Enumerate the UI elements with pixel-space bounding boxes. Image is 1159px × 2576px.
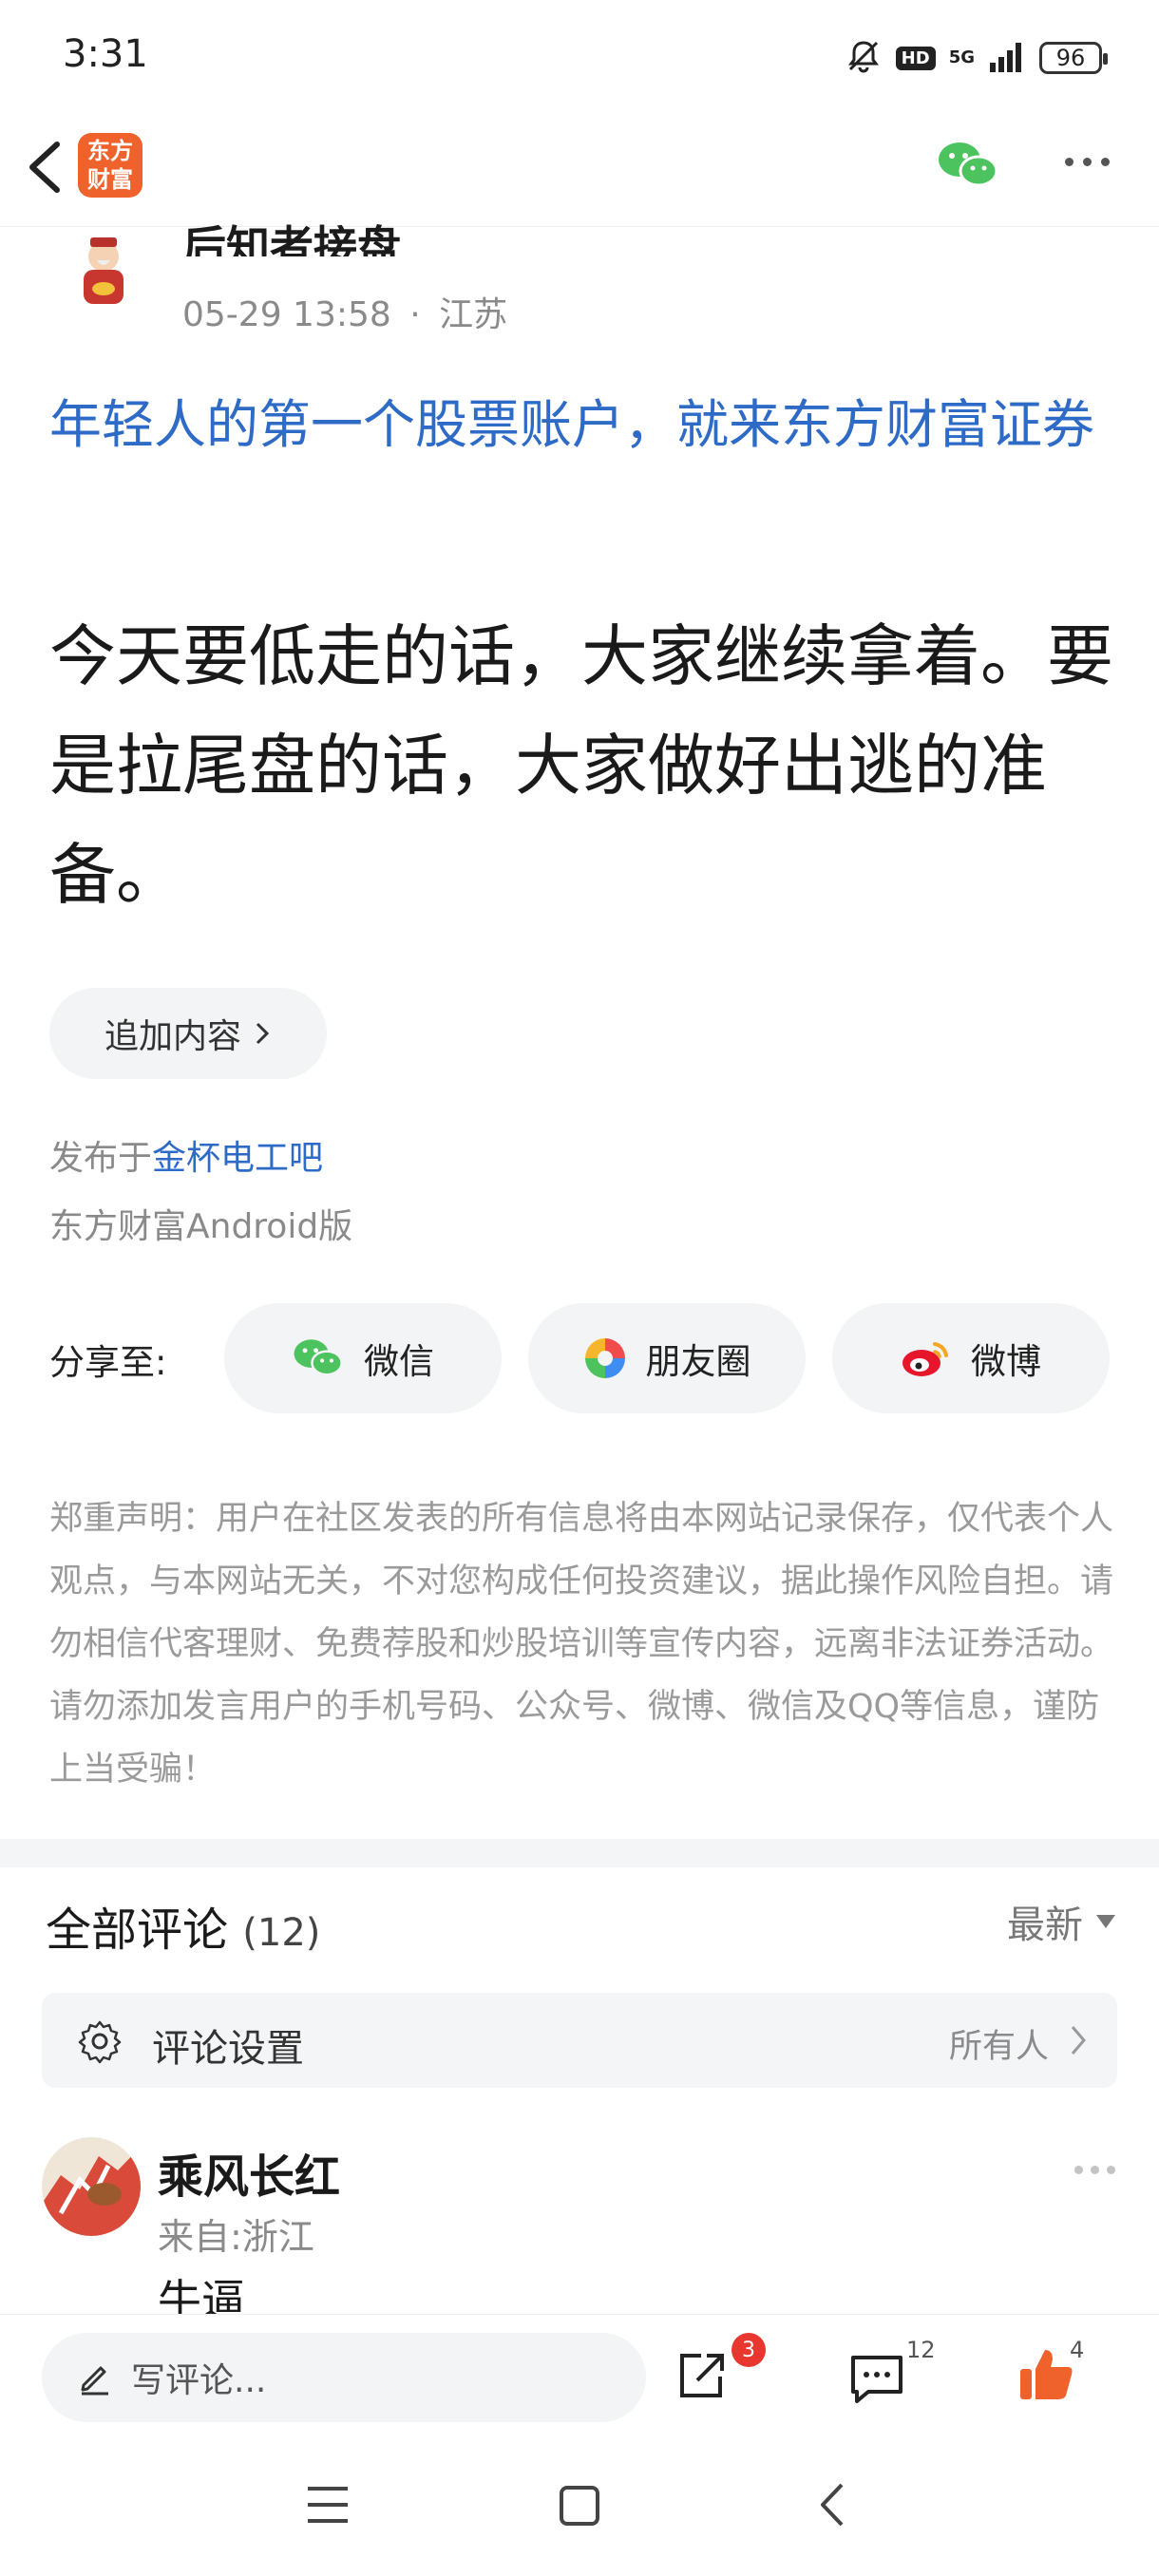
section-divider [0, 1839, 1159, 1867]
ad-link[interactable]: 年轻人的第一个股票账户，就来东方财富证券 [49, 384, 1123, 465]
meta-separator: · [409, 295, 421, 334]
comment-more-button[interactable] [1074, 2166, 1115, 2174]
comments-title: 全部评论 (12) [46, 1892, 320, 1959]
logo-line1: 东方 [87, 138, 133, 164]
published-in: 发布于金杯电工吧 [49, 1130, 323, 1180]
logo-line2: 财富 [87, 166, 133, 193]
published-prefix: 发布于 [49, 1139, 153, 1178]
back-button[interactable] [21, 139, 68, 199]
append-content-label: 追加内容 [104, 1017, 241, 1056]
wechat-icon [294, 1339, 343, 1376]
more-options-button[interactable] [1065, 158, 1110, 166]
app-logo[interactable]: 东方 财富 [78, 133, 142, 198]
thumbs-up-icon [1020, 2350, 1073, 2399]
back-triangle-icon [821, 2483, 844, 2527]
back-nav-button[interactable] [815, 2481, 847, 2532]
author-avatar[interactable] [65, 232, 142, 310]
mute-notification-icon [845, 37, 883, 79]
like-count: 4 [1070, 2337, 1085, 2363]
comment-text: 牛逼 [158, 2275, 245, 2314]
post-body: 今天要低走的话，大家继续拿着。要是拉尾盘的话，大家做好出逃的准备。 [49, 617, 1113, 914]
signal-icon [988, 40, 1026, 76]
wechat-icon [939, 142, 998, 187]
comment-button[interactable] [847, 2352, 906, 2411]
dropdown-triangle-icon [1096, 1915, 1115, 1928]
pencil-icon [81, 2366, 108, 2396]
commenter-name[interactable]: 乘风长红 [158, 2139, 340, 2206]
share-weibo-button[interactable]: 微博 [832, 1303, 1110, 1413]
comments-count: (12) [242, 1911, 321, 1955]
share-button[interactable] [673, 2346, 730, 2407]
battery-indicator: 96 [1039, 42, 1108, 74]
share-wechat-button[interactable]: 微信 [224, 1303, 502, 1413]
comment-settings-label: 评论设置 [152, 2027, 304, 2071]
share-moments-button[interactable]: 朋友圈 [528, 1303, 806, 1413]
commenter-location: 来自:浙江 [158, 2216, 314, 2258]
status-time: 3:31 [63, 32, 148, 76]
network-type: 5G [948, 47, 975, 67]
write-comment-input[interactable]: 写评论... [42, 2333, 646, 2422]
chevron-right-icon [1068, 2023, 1089, 2061]
post-date: 05-29 13:58 [182, 295, 391, 334]
comments-title-label: 全部评论 [46, 1904, 229, 1957]
like-button[interactable] [1016, 2346, 1075, 2407]
comment-settings-value: 所有人 [948, 2028, 1049, 2066]
share-moments-label: 朋友圈 [645, 1341, 751, 1382]
share-label: 分享至: [49, 1342, 167, 1383]
status-icons: HD 5G 96 [845, 36, 1108, 80]
back-arrow-icon [29, 142, 60, 193]
comment-settings-bar[interactable]: 评论设置 所有人 [42, 1993, 1117, 2088]
share-weibo-label: 微博 [971, 1341, 1041, 1382]
share-badge: 3 [732, 2333, 766, 2367]
chevron-right-icon [256, 1022, 270, 1045]
weibo-icon [902, 1342, 948, 1376]
wechat-share-button[interactable] [937, 139, 999, 196]
client-source: 东方财富Android版 [49, 1207, 353, 1246]
disclaimer: 郑重声明：用户在社区发表的所有信息将由本网站记录保存，仅代表个人观点，与本网站无… [49, 1500, 1114, 1789]
post-location: 江苏 [439, 295, 508, 334]
author-name[interactable]: 后知者接盘 [182, 213, 401, 256]
write-comment-placeholder: 写评论... [131, 2361, 267, 2400]
sort-label: 最新 [1007, 1904, 1083, 1947]
forum-link[interactable]: 金杯电工吧 [152, 1139, 323, 1178]
home-square-icon [560, 2486, 599, 2526]
moments-icon [584, 1338, 625, 1378]
share-icon [680, 2354, 724, 2397]
commenter-avatar[interactable] [42, 2137, 141, 2236]
comment-icon [851, 2356, 902, 2403]
home-nav-button[interactable] [559, 2485, 600, 2530]
comment-count: 12 [906, 2337, 936, 2363]
sort-dropdown[interactable]: 最新 [1007, 1894, 1115, 1949]
append-content-button[interactable]: 追加内容 [49, 988, 327, 1079]
hd-badge: HD [895, 46, 936, 70]
menu-icon [308, 2487, 348, 2523]
menu-nav-button[interactable] [306, 2485, 350, 2529]
share-wechat-label: 微信 [364, 1341, 434, 1382]
post-meta: 05-29 13:58 · 江苏 [182, 287, 507, 336]
gear-icon [76, 2017, 124, 2069]
